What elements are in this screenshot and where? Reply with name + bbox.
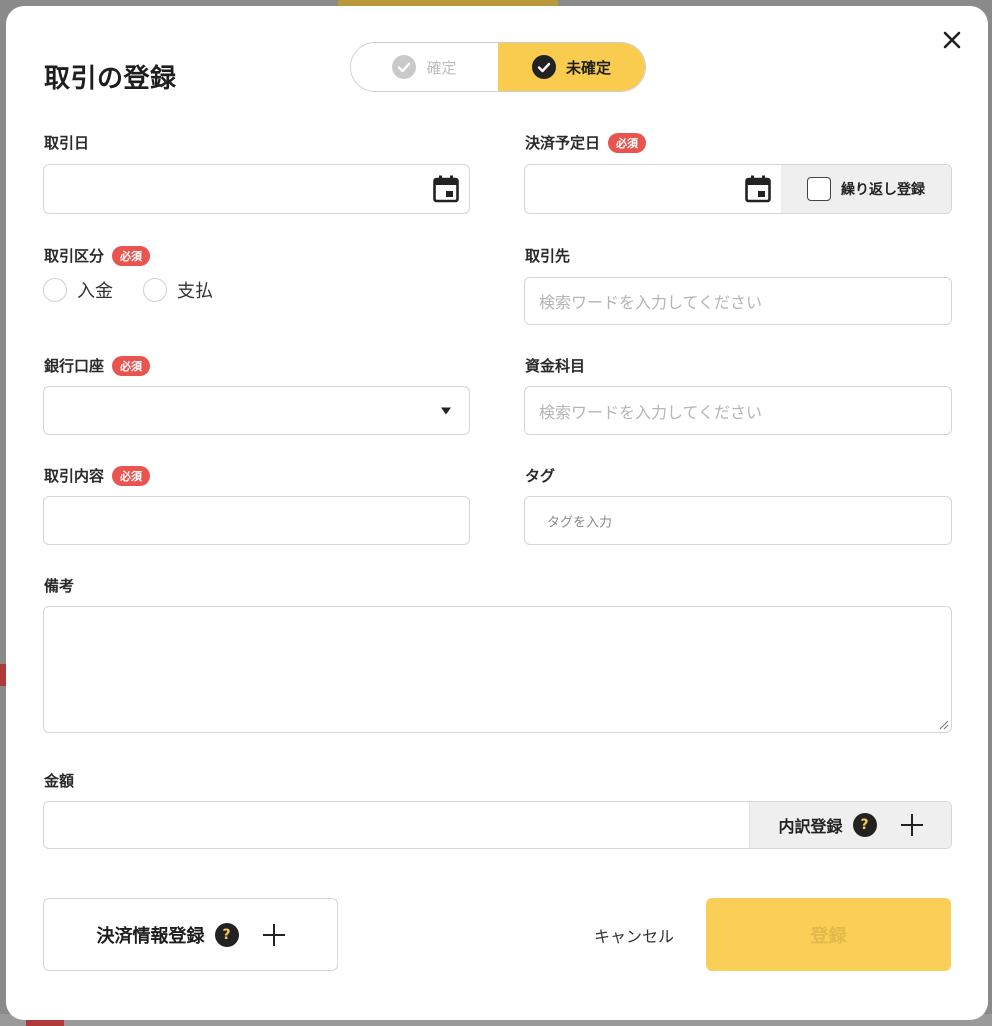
transaction-type-label: 取引区分 必須	[44, 245, 151, 266]
transaction-type-radio-group: 入金 支払	[43, 277, 243, 303]
repeat-checkbox[interactable]	[807, 177, 831, 201]
status-toggle: 確定 未確定	[350, 42, 646, 92]
transaction-date-input[interactable]	[43, 164, 470, 214]
close-icon	[943, 31, 961, 49]
bank-account-select[interactable]	[43, 386, 470, 435]
plus-icon	[900, 814, 923, 836]
tag-label: タグ	[525, 467, 556, 485]
toggle-confirmed-label: 確定	[426, 58, 457, 77]
check-circle-icon	[531, 55, 556, 79]
required-badge: 必須	[112, 465, 151, 486]
radio-circle[interactable]	[143, 278, 167, 302]
caret-down-icon	[441, 407, 451, 414]
remarks-label: 備考	[44, 577, 75, 595]
cancel-button[interactable]: キャンセル	[576, 918, 692, 952]
partner-placeholder: 検索ワードを入力してください	[539, 293, 763, 312]
toggle-confirmed[interactable]: 確定	[351, 43, 498, 91]
repeat-registration-toggle[interactable]: 繰り返し登録	[781, 165, 951, 213]
repeat-registration-label: 繰り返し登録	[841, 182, 925, 198]
radio-deposit[interactable]: 入金	[43, 277, 113, 303]
payment-info-register-label: 決済情報登録	[96, 925, 205, 947]
fund-subject-search-input[interactable]: 検索ワードを入力してください	[524, 386, 952, 435]
plus-icon	[262, 923, 285, 946]
remarks-textarea[interactable]	[43, 606, 952, 733]
fund-subject-label: 資金科目	[525, 357, 586, 375]
close-button[interactable]	[938, 26, 966, 54]
breakdown-register-button[interactable]: 内訳登録 ?	[749, 802, 951, 848]
help-icon[interactable]: ?	[214, 922, 239, 947]
amount-label: 金額	[44, 772, 75, 790]
content-label: 取引内容 必須	[44, 465, 151, 486]
radio-circle[interactable]	[43, 278, 67, 302]
check-circle-icon	[392, 55, 417, 79]
calendar-icon[interactable]	[433, 175, 459, 203]
settlement-date-input[interactable]: 繰り返し登録	[524, 164, 952, 214]
breakdown-register-label: 内訳登録	[778, 817, 843, 836]
tag-placeholder: タグを入力	[547, 515, 613, 530]
background-marker	[26, 1020, 64, 1026]
tag-input[interactable]: タグを入力	[524, 496, 952, 545]
help-icon[interactable]: ?	[852, 813, 877, 837]
payment-info-register-button[interactable]: 決済情報登録 ?	[43, 898, 338, 971]
calendar-icon[interactable]	[745, 175, 771, 203]
dialog-title: 取引の登録	[44, 64, 177, 94]
settlement-date-label: 決済予定日 必須	[525, 132, 647, 153]
toggle-unconfirmed[interactable]: 未確定	[498, 43, 645, 91]
required-badge: 必須	[112, 355, 151, 376]
amount-input[interactable]: 内訳登録 ?	[43, 801, 952, 849]
partner-label: 取引先	[525, 247, 571, 265]
resize-grip-icon[interactable]	[939, 720, 949, 730]
required-badge: 必須	[112, 245, 151, 266]
partner-search-input[interactable]: 検索ワードを入力してください	[524, 277, 952, 325]
transaction-date-label: 取引日	[44, 134, 90, 152]
fund-subject-placeholder: 検索ワードを入力してください	[539, 402, 763, 422]
content-input[interactable]	[43, 496, 470, 545]
required-badge: 必須	[608, 132, 647, 153]
bank-account-label: 銀行口座 必須	[44, 355, 151, 376]
radio-payment[interactable]: 支払	[143, 277, 213, 303]
toggle-unconfirmed-label: 未確定	[565, 58, 611, 77]
register-transaction-dialog: 取引の登録 確定 未確定 取引日 決済予定日 必須 繰り返し登録 取引区分 必須…	[6, 6, 988, 1020]
submit-button[interactable]: 登録	[706, 898, 951, 971]
